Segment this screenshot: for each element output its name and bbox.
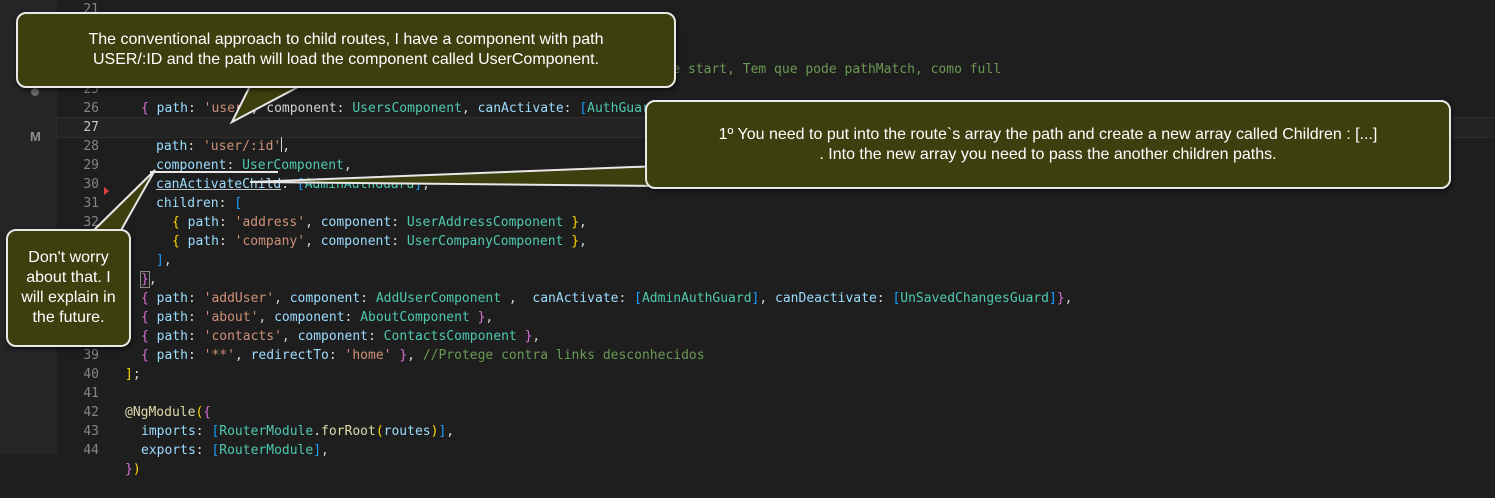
callout-top-text: The conventional approach to child route… bbox=[88, 31, 604, 68]
callout-right: 1º You need to put into the route`s arra… bbox=[645, 100, 1451, 189]
left-callout-tail bbox=[89, 169, 156, 233]
callout-top: The conventional approach to child route… bbox=[16, 12, 676, 88]
callout-right-text: 1º You need to put into the route`s arra… bbox=[718, 125, 1378, 163]
callout-left: Don't worry about that. I will explain i… bbox=[6, 229, 131, 347]
right-callout-tail bbox=[249, 164, 661, 188]
callout-left-text: Don't worry about that. I will explain i… bbox=[21, 249, 116, 326]
top-callout-tail bbox=[229, 85, 301, 125]
